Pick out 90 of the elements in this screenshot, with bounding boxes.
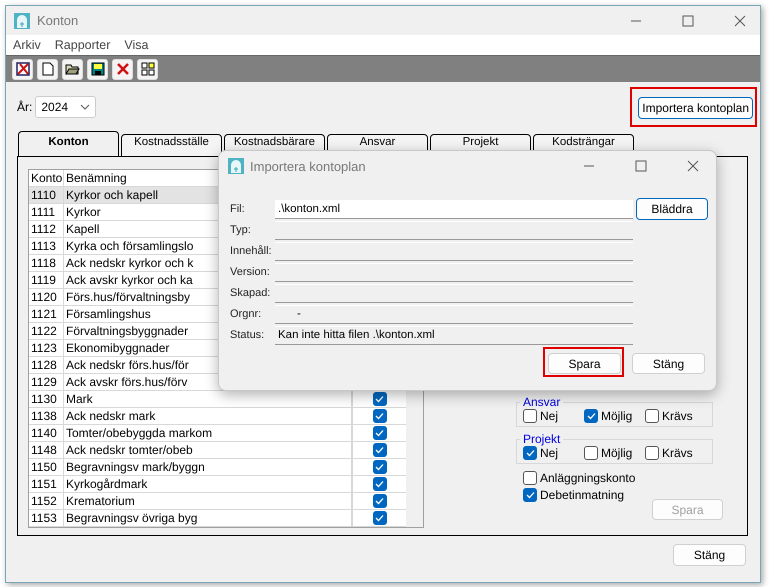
field-label: Status: xyxy=(230,329,266,341)
table-cell: 1138 xyxy=(29,408,64,424)
year-dropdown[interactable]: 2024 xyxy=(35,96,96,118)
checkbox[interactable] xyxy=(645,446,659,460)
menu-item[interactable]: Arkiv xyxy=(13,38,41,52)
table-cell: 1118 xyxy=(29,255,64,271)
table-cell: 1120 xyxy=(29,289,64,305)
checkbox[interactable] xyxy=(645,409,659,423)
close-icon[interactable] xyxy=(734,14,746,26)
exit-icon xyxy=(16,62,30,76)
delete-icon xyxy=(116,62,130,76)
field-label: Skapad: xyxy=(230,287,272,299)
checkbox[interactable] xyxy=(372,392,386,406)
table-cell: 1148 xyxy=(29,442,64,458)
checkbox[interactable] xyxy=(523,446,537,460)
group-title: Ansvar xyxy=(522,395,562,409)
table-cell: 1129 xyxy=(29,374,64,390)
app-icon xyxy=(228,158,244,174)
menu-item[interactable]: Visa xyxy=(124,38,148,52)
table-cell: 1110 xyxy=(29,187,64,203)
table-cell: 1112 xyxy=(29,221,64,237)
checkbox-label: Krävs xyxy=(662,409,693,423)
table-cell: 1111 xyxy=(29,204,64,220)
toolbar-button[interactable] xyxy=(137,58,158,80)
field-label: Fil: xyxy=(230,203,246,215)
checkbox[interactable] xyxy=(523,488,537,502)
table-cell: 1123 xyxy=(29,340,64,356)
checkbox-label: Nej xyxy=(540,446,558,460)
checkbox[interactable] xyxy=(372,409,386,423)
readonly-field: Kan inte hitta filen .\konton.xml xyxy=(275,326,633,344)
checkbox[interactable] xyxy=(584,409,598,423)
checkbox[interactable] xyxy=(372,494,386,508)
table-cell: 1150 xyxy=(29,459,64,475)
checkbox[interactable] xyxy=(372,477,386,491)
check-icon xyxy=(586,412,596,420)
checkbox[interactable] xyxy=(584,446,598,460)
checkbox-label: Krävs xyxy=(662,446,693,460)
table-cell: 1113 xyxy=(29,238,64,254)
column-header: Konto xyxy=(29,170,64,186)
field-label: Orgnr: xyxy=(230,308,262,320)
browse-button[interactable]: Bläddra xyxy=(636,198,708,220)
checkbox-label: Möjlig xyxy=(601,446,632,460)
table-cell: 1140 xyxy=(29,425,64,441)
checkbox-label: Anläggningskonto xyxy=(540,470,636,484)
close-button[interactable]: Stäng xyxy=(673,544,746,566)
group-title: Projekt xyxy=(522,432,562,446)
toolbar-button[interactable] xyxy=(62,58,83,80)
close-icon[interactable] xyxy=(687,160,699,172)
checkbox-label: Nej xyxy=(540,409,558,423)
app-icon xyxy=(14,12,30,28)
checkbox-label: Debetinmatning xyxy=(540,488,624,502)
window-title: Konton xyxy=(37,13,80,28)
menu-item[interactable]: Rapporter xyxy=(54,38,110,52)
dialog-button[interactable]: Stäng xyxy=(632,353,705,374)
toolbar-button[interactable] xyxy=(37,58,58,80)
checkbox[interactable] xyxy=(523,409,537,423)
table-cell: 1152 xyxy=(29,493,64,509)
tab[interactable]: Konton xyxy=(18,131,119,157)
checkbox[interactable] xyxy=(523,470,537,484)
new-document-icon xyxy=(42,62,54,76)
checkbox[interactable] xyxy=(372,426,386,440)
maximize-icon[interactable] xyxy=(682,14,694,26)
table-cell: 1151 xyxy=(29,476,64,492)
field-label: Typ: xyxy=(230,224,252,236)
grid-icon xyxy=(140,62,154,76)
table-cell: 1122 xyxy=(29,323,64,339)
check-icon xyxy=(526,490,534,498)
readonly-field: - xyxy=(275,304,633,324)
table-cell: 1130 xyxy=(29,391,64,407)
year-label: År: xyxy=(17,100,32,114)
check-icon xyxy=(526,449,534,457)
toolbar-button[interactable] xyxy=(12,58,33,80)
field-label: Innehåll: xyxy=(230,245,273,257)
dialog-button[interactable]: Spara xyxy=(548,353,621,374)
maximize-icon[interactable] xyxy=(635,160,647,172)
input-field[interactable]: .\konton.xml xyxy=(275,200,633,218)
table-cell: 1119 xyxy=(29,272,64,288)
import-button[interactable]: Importera kontoplan xyxy=(638,97,753,119)
save-icon xyxy=(90,62,104,76)
checkbox-label: Möjlig xyxy=(601,409,632,423)
checkbox[interactable] xyxy=(372,460,386,474)
checkbox[interactable] xyxy=(372,511,386,525)
table-cell: 1128 xyxy=(29,357,64,373)
toolbar-button[interactable] xyxy=(87,58,108,80)
table-cell: 1153 xyxy=(29,510,64,526)
chevron-down-icon xyxy=(80,104,90,110)
tab[interactable]: Kostnadsställe xyxy=(121,134,222,157)
folder-icon xyxy=(65,63,80,75)
checkbox[interactable] xyxy=(372,443,386,457)
table-cell: 1121 xyxy=(29,306,64,322)
